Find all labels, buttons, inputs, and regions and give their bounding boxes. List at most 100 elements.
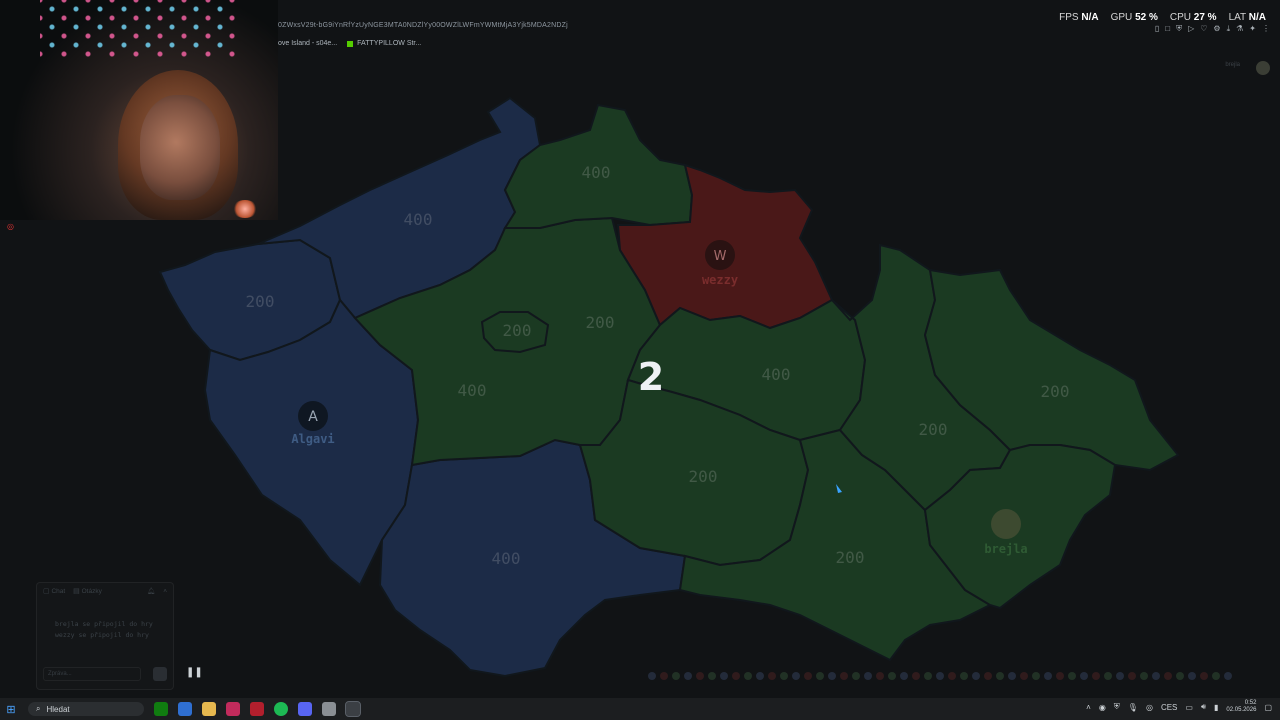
region-value-karlovarsky: 200: [246, 292, 275, 311]
dot: [708, 672, 716, 680]
windows-start-icon[interactable]: ⊞: [0, 703, 22, 716]
send-button[interactable]: [153, 667, 167, 681]
taskbar-search[interactable]: ⌕ Hledat: [28, 702, 144, 716]
dot: [948, 672, 956, 680]
player-initial-algavi: A: [308, 409, 318, 425]
chat-tabs: ▢ Chat ▤ Otázky 🔔︎ ˄: [37, 583, 173, 599]
clock-date: 02.05.2026: [1226, 707, 1257, 713]
taskbar-apps: [154, 701, 361, 717]
dot: [1128, 672, 1136, 680]
dot: [756, 672, 764, 680]
windows-taskbar: ⊞ ⌕ Hledat ˄ ◉ ⛨ 🎙︎ ◎ CES ▭ 🔊︎ ▮ 0:52 02…: [0, 698, 1280, 720]
dot: [660, 672, 668, 680]
collapse-icon[interactable]: ˄: [163, 588, 167, 595]
dot: [816, 672, 824, 680]
dot: [936, 672, 944, 680]
region-value-moravskoslezsky: 200: [1041, 382, 1070, 401]
region-value-ustecky: 400: [404, 210, 433, 229]
chat-message: wezzy se připojil do hry: [55, 631, 149, 639]
player-name-brejla: brejla: [984, 542, 1027, 556]
dot: [1200, 672, 1208, 680]
dot: [924, 672, 932, 680]
chat-panel: ▢ Chat ▤ Otázky 🔔︎ ˄ brejla se připojil …: [36, 582, 174, 690]
dot: [1116, 672, 1124, 680]
chat-input[interactable]: Zpráva...: [43, 667, 141, 681]
wifi-icon[interactable]: ▭: [1185, 703, 1193, 712]
dot: [1020, 672, 1028, 680]
dot: [696, 672, 704, 680]
region-value-plzensky-east: 400: [458, 381, 487, 400]
dot: [684, 672, 692, 680]
player-dots-row: [648, 672, 1232, 680]
battery-icon[interactable]: ▮: [1214, 703, 1218, 712]
search-placeholder: Hledat: [46, 704, 70, 714]
czech-map: 200 200 400 200 400 400 400 400 200 200 …: [158, 96, 1180, 678]
xbox-icon[interactable]: [154, 702, 168, 716]
dot: [828, 672, 836, 680]
tab-chat[interactable]: ▢ Chat: [43, 587, 65, 595]
map-regions: [158, 96, 1180, 678]
dot: [1164, 672, 1172, 680]
dot: [888, 672, 896, 680]
dot: [804, 672, 812, 680]
dot: [648, 672, 656, 680]
dot: [840, 672, 848, 680]
tray-shield-icon[interactable]: ⛨: [1114, 702, 1120, 712]
dot: [1224, 672, 1232, 680]
region-value-praha: 200: [503, 321, 532, 340]
settings-app-icon[interactable]: [322, 702, 336, 716]
player-name-algavi: Algavi: [291, 432, 334, 446]
opera-icon[interactable]: [226, 702, 240, 716]
clock[interactable]: 0:52 02.05.2026: [1226, 700, 1256, 714]
tray-network-app-icon[interactable]: ◉: [1099, 703, 1106, 712]
player-avatar-brejla: [991, 509, 1021, 539]
region-value-jihomoravsky: 200: [836, 548, 865, 567]
tray-expand-icon[interactable]: ˄: [1086, 703, 1091, 712]
notification-icon[interactable]: ▢: [1264, 703, 1272, 712]
player-name-wezzy: wezzy: [702, 273, 738, 287]
dot: [780, 672, 788, 680]
edge-icon[interactable]: [178, 702, 192, 716]
tray-mic-icon[interactable]: 🎙︎: [1128, 703, 1138, 712]
dot: [996, 672, 1004, 680]
dot: [1068, 672, 1076, 680]
questions-icon: ▤: [73, 588, 80, 595]
discord-icon[interactable]: [298, 702, 312, 716]
dot: [732, 672, 740, 680]
dot: [1008, 672, 1016, 680]
dot: [876, 672, 884, 680]
region-value-jihocesky: 400: [492, 549, 521, 568]
dot: [768, 672, 776, 680]
bell-icon[interactable]: 🔔︎: [147, 587, 155, 595]
pause-button[interactable]: ❚❚: [186, 667, 203, 681]
app-red-icon[interactable]: [250, 702, 264, 716]
file-explorer-icon[interactable]: [202, 702, 216, 716]
region-value-olomoucky: 200: [919, 420, 948, 439]
tab-otazky[interactable]: ▤ Otázky: [73, 587, 102, 595]
active-app-icon[interactable]: [345, 701, 361, 717]
dot: [1104, 672, 1112, 680]
dot: [1056, 672, 1064, 680]
round-counter: 2: [638, 355, 664, 399]
spotify-icon[interactable]: [274, 702, 288, 716]
clock-time: 0:52: [1244, 700, 1257, 706]
dot: [1212, 672, 1220, 680]
dot: [1092, 672, 1100, 680]
region-value-pardubicky: 400: [762, 365, 791, 384]
language-indicator[interactable]: CES: [1161, 703, 1177, 712]
dot: [960, 672, 968, 680]
region-value-vysocina: 200: [689, 467, 718, 486]
volume-icon[interactable]: 🔊︎: [1201, 702, 1206, 712]
tray-headset-icon[interactable]: ◎: [1146, 703, 1153, 712]
search-icon: ⌕: [36, 704, 41, 713]
dot: [1044, 672, 1052, 680]
dot: [1032, 672, 1040, 680]
dot: [720, 672, 728, 680]
dot: [1152, 672, 1160, 680]
dot: [912, 672, 920, 680]
dot: [984, 672, 992, 680]
dot: [1188, 672, 1196, 680]
dot: [900, 672, 908, 680]
chat-icon: ▢: [43, 588, 50, 595]
dot: [864, 672, 872, 680]
